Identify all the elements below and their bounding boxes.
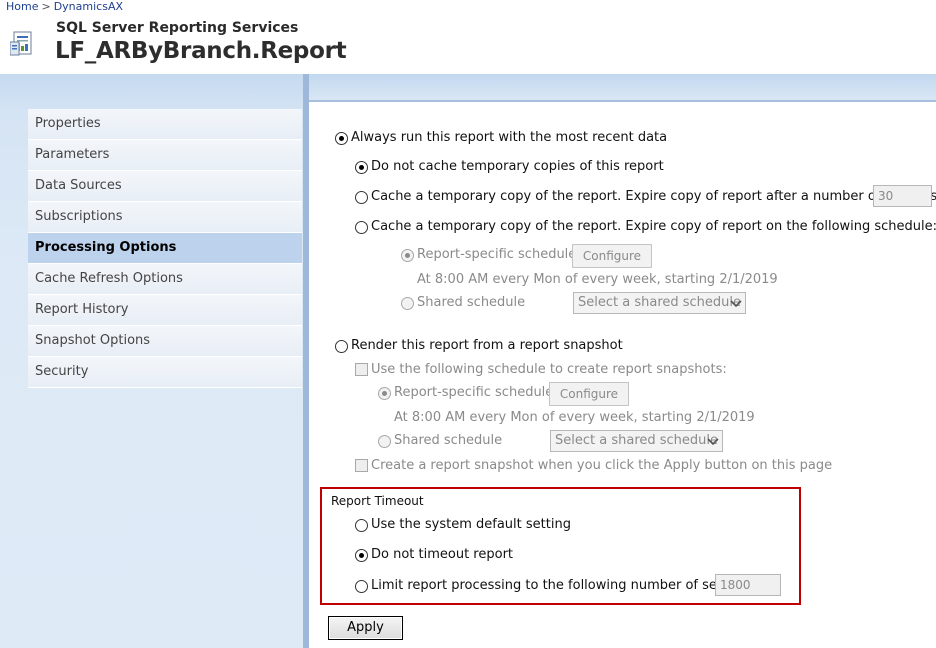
timeout-seconds-input[interactable]: 1800 bbox=[715, 574, 781, 596]
report-document-icon bbox=[10, 31, 32, 56]
breadcrumb-current-link[interactable]: DynamicsAX bbox=[54, 0, 123, 13]
timeout-system-default-label: Use the system default setting bbox=[371, 517, 571, 532]
sidebar-divider bbox=[303, 74, 309, 648]
cache-schedule-radio[interactable] bbox=[355, 221, 368, 234]
chevron-down-icon bbox=[730, 300, 742, 308]
breadcrumb: Home > DynamicsAX bbox=[0, 0, 936, 16]
sidebar-item-parameters[interactable]: Parameters bbox=[28, 140, 302, 171]
app-name: SQL Server Reporting Services bbox=[56, 20, 299, 36]
cache-minutes-label: Cache a temporary copy of the report. Ex… bbox=[371, 189, 936, 204]
snapshot-shared-select[interactable]: Select a shared schedule bbox=[550, 430, 723, 452]
cache-minutes-input[interactable]: 30 bbox=[873, 185, 932, 207]
snapshot-use-schedule-label: Use the following schedule to create rep… bbox=[371, 362, 727, 377]
snapshot-use-schedule-checkbox[interactable] bbox=[355, 363, 368, 376]
cache-report-specific-radio[interactable] bbox=[401, 249, 414, 262]
chevron-down-icon bbox=[707, 438, 719, 446]
sidebar-item-report-history[interactable]: Report History bbox=[28, 295, 302, 326]
sidebar-item-cache-refresh-options[interactable]: Cache Refresh Options bbox=[28, 264, 302, 295]
cache-shared-label: Shared schedule bbox=[417, 295, 526, 310]
snapshot-shared-select-value: Select a shared schedule bbox=[555, 433, 719, 448]
sidebar-nav: Properties Parameters Data Sources Subsc… bbox=[28, 109, 302, 388]
page-header: SQL Server Reporting Services LF_ARByBra… bbox=[0, 16, 936, 74]
render-snapshot-radio[interactable] bbox=[335, 340, 348, 353]
cache-shared-select[interactable]: Select a shared schedule bbox=[573, 292, 746, 314]
cache-schedule-description: At 8:00 AM every Mon of every week, star… bbox=[417, 272, 778, 287]
no-cache-radio[interactable] bbox=[355, 161, 368, 174]
snapshot-report-specific-label: Report-specific schedule bbox=[394, 385, 554, 400]
content-toolbar-divider bbox=[309, 100, 936, 102]
timeout-limit-label: Limit report processing to the following… bbox=[371, 578, 760, 593]
snapshot-shared-label: Shared schedule bbox=[394, 433, 503, 448]
breadcrumb-separator: > bbox=[41, 0, 51, 13]
snapshot-shared-radio[interactable] bbox=[378, 435, 391, 448]
snapshot-schedule-description: At 8:00 AM every Mon of every week, star… bbox=[394, 410, 755, 425]
snapshot-report-specific-radio[interactable] bbox=[378, 387, 391, 400]
cache-shared-radio[interactable] bbox=[401, 297, 414, 310]
cache-schedule-label: Cache a temporary copy of the report. Ex… bbox=[371, 219, 936, 234]
timeout-limit-radio[interactable] bbox=[355, 580, 368, 593]
render-snapshot-label: Render this report from a report snapsho… bbox=[351, 338, 623, 353]
cache-minutes-radio[interactable] bbox=[355, 191, 368, 204]
breadcrumb-home-link[interactable]: Home bbox=[6, 0, 38, 13]
content-toolbar-strip bbox=[309, 74, 936, 100]
cache-configure-button[interactable]: Configure bbox=[572, 244, 652, 268]
apply-button[interactable]: Apply bbox=[328, 616, 403, 640]
sidebar-item-security[interactable]: Security bbox=[28, 357, 302, 388]
always-run-radio[interactable] bbox=[335, 132, 348, 145]
sidebar-item-data-sources[interactable]: Data Sources bbox=[28, 171, 302, 202]
sidebar-item-subscriptions[interactable]: Subscriptions bbox=[28, 202, 302, 233]
always-run-label: Always run this report with the most rec… bbox=[351, 130, 668, 145]
cache-report-specific-label: Report-specific schedule bbox=[417, 247, 577, 262]
sidebar-item-properties[interactable]: Properties bbox=[28, 109, 302, 140]
snapshot-apply-checkbox[interactable] bbox=[355, 459, 368, 472]
snapshot-apply-label: Create a report snapshot when you click … bbox=[371, 458, 833, 473]
no-cache-label: Do not cache temporary copies of this re… bbox=[371, 159, 664, 174]
cache-shared-select-value: Select a shared schedule bbox=[578, 295, 742, 310]
sidebar-item-processing-options[interactable]: Processing Options bbox=[28, 233, 302, 264]
snapshot-configure-button[interactable]: Configure bbox=[549, 382, 629, 406]
report-timeout-title: Report Timeout bbox=[331, 494, 424, 508]
page-title: LF_ARByBranch.Report bbox=[55, 38, 347, 64]
sidebar-item-snapshot-options[interactable]: Snapshot Options bbox=[28, 326, 302, 357]
timeout-system-default-radio[interactable] bbox=[355, 519, 368, 532]
timeout-none-radio[interactable] bbox=[355, 549, 368, 562]
timeout-none-label: Do not timeout report bbox=[371, 547, 514, 562]
